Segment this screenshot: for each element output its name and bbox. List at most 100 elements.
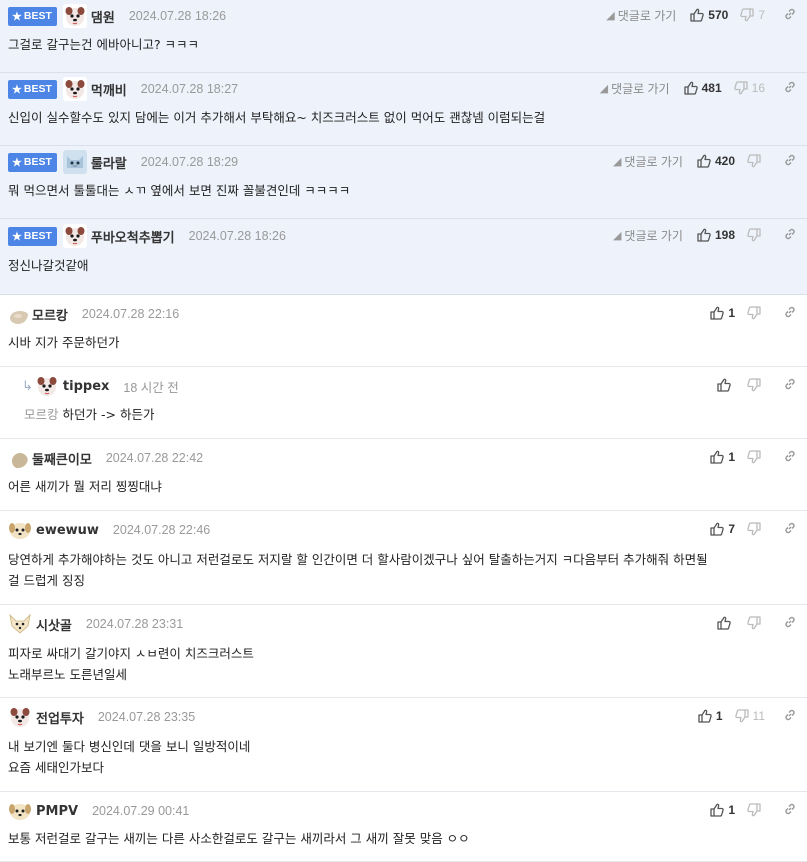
link-icon[interactable] xyxy=(775,153,797,170)
comment-header: ewewuw 2024.07.28 22:46 xyxy=(8,518,210,542)
comment-actions: 1 xyxy=(710,303,797,323)
go-to-reply-link[interactable]: ◢ 댓글로 가기 xyxy=(613,153,683,170)
avatar[interactable] xyxy=(34,374,59,398)
comment-header: ★ BEST 푸바오척추뽑기 2024.07.28 18:26 xyxy=(8,224,286,248)
upvote-count: 198 xyxy=(714,228,735,242)
comment-line: 보통 저런걸로 갈구는 새끼는 다른 사소한걸로도 갈구는 새끼라서 그 새끼 … xyxy=(8,828,798,849)
downvote-button[interactable] xyxy=(747,306,775,320)
author-name[interactable]: 전업투자 xyxy=(36,708,84,727)
avatar[interactable] xyxy=(8,799,32,823)
downvote-button[interactable] xyxy=(747,378,775,392)
upvote-button[interactable]: 198 xyxy=(697,228,747,242)
go-to-reply-label: 댓글로 가기 xyxy=(624,154,683,169)
upvote-button[interactable]: 1 xyxy=(710,803,747,817)
comment-actions: ◢ 댓글로 가기 481 16 xyxy=(600,78,797,98)
comment-header: ↳ tippex 18 시간 전 xyxy=(22,374,179,398)
best-badge: ★ BEST xyxy=(8,79,57,99)
comment-line-text: 걸 드럽게 징징 xyxy=(8,573,85,588)
comment-date: 2024.07.28 18:26 xyxy=(128,9,227,23)
avatar[interactable] xyxy=(62,4,87,28)
author-name[interactable]: 시삿골 xyxy=(36,615,72,634)
comment-date: 2024.07.28 23:35 xyxy=(97,710,196,724)
comment-line-text: 보통 저런걸로 갈구는 새끼는 다른 사소한걸로도 갈구는 새끼라서 그 새끼 … xyxy=(8,831,470,846)
comment-date: 18 시간 전 xyxy=(123,380,179,395)
author-name[interactable]: 댐원 xyxy=(91,7,115,26)
upvote-button[interactable] xyxy=(717,378,747,392)
mention[interactable]: 모르캉 xyxy=(24,407,59,422)
author-name[interactable]: 먹깨비 xyxy=(91,80,127,99)
downvote-button[interactable] xyxy=(747,803,775,817)
avatar[interactable] xyxy=(62,224,87,248)
upvote-button[interactable]: 1 xyxy=(710,306,747,320)
comment-text: 어른 새끼가 뭘 저리 찡찡대냐 xyxy=(8,476,798,497)
best-comment: ★ BEST 먹깨비 2024.07.28 18:27 ◢ 댓글로 가기 481 16 신입이 … xyxy=(0,73,807,146)
comment-text: 내 보기엔 둘다 병신인데 댓을 보니 일방적이네요즘 세태인가보다 xyxy=(8,736,798,778)
link-icon[interactable] xyxy=(775,802,797,819)
downvote-button[interactable]: 11 xyxy=(734,709,775,723)
author-name[interactable]: tippex xyxy=(63,379,109,394)
comment-date: 2024.07.28 22:42 xyxy=(105,451,204,465)
comment-text: 그걸로 갈구는건 에바아니고? ㅋㅋㅋ xyxy=(8,34,798,55)
upvote-button[interactable]: 7 xyxy=(710,522,747,536)
avatar[interactable] xyxy=(8,612,32,636)
upvote-button[interactable]: 1 xyxy=(710,450,747,464)
comment-line-text: 신입이 실수할수도 있지 담에는 이거 추가해서 부탁해요~ 치즈크러스트 없이… xyxy=(8,110,546,125)
star-icon: ★ xyxy=(12,156,22,169)
author-name[interactable]: 룰라랄 xyxy=(91,153,127,172)
go-to-reply-link[interactable]: ◢ 댓글로 가기 xyxy=(600,80,670,97)
link-icon[interactable] xyxy=(775,7,797,24)
upvote-button[interactable]: 1 xyxy=(698,709,735,723)
upvote-button[interactable]: 570 xyxy=(690,8,740,22)
downvote-button[interactable]: 7 xyxy=(740,8,775,22)
comment-date: 2024.07.28 22:16 xyxy=(81,307,180,321)
link-icon[interactable] xyxy=(775,449,797,466)
comment-line-text: 내 보기엔 둘다 병신인데 댓을 보니 일방적이네 xyxy=(8,739,251,754)
comment-actions: 1 xyxy=(710,447,797,467)
comment-line-text: 정신나갈것같애 xyxy=(8,258,89,273)
upvote-button[interactable]: 420 xyxy=(697,154,747,168)
comment-header: 전업투자 2024.07.28 23:35 xyxy=(8,705,196,729)
link-icon[interactable] xyxy=(775,305,797,322)
comment-text: 시바 지가 주문하던가 xyxy=(8,332,798,353)
downvote-button[interactable] xyxy=(747,522,775,536)
avatar[interactable] xyxy=(8,448,28,468)
downvote-button[interactable] xyxy=(747,616,775,630)
avatar[interactable] xyxy=(8,705,32,729)
avatar[interactable] xyxy=(62,150,87,174)
upvote-button[interactable]: 481 xyxy=(683,81,734,95)
link-icon[interactable] xyxy=(775,80,797,97)
link-icon[interactable] xyxy=(775,377,797,394)
avatar[interactable] xyxy=(62,77,87,101)
comment-line: 요즘 세태인가보다 xyxy=(8,757,798,778)
comment: PMPV 2024.07.29 00:41 1 보통 저런걸로 갈구는 새끼는 다른 … xyxy=(0,792,807,862)
avatar[interactable] xyxy=(8,518,32,542)
go-to-reply-link[interactable]: ◢ 댓글로 가기 xyxy=(606,7,676,24)
downvote-count: 7 xyxy=(758,8,765,22)
avatar[interactable] xyxy=(8,304,28,324)
comment-line: 시바 지가 주문하던가 xyxy=(8,332,798,353)
comment-line: 당연하게 추가해야하는 것도 아니고 저런걸로도 저지랄 할 인간이면 더 할사… xyxy=(8,549,798,570)
best-comment: ★ BEST 룰라랄 2024.07.28 18:29 ◢ 댓글로 가기 420 뭐 먹으면서… xyxy=(0,146,807,219)
go-to-reply-link[interactable]: ◢ 댓글로 가기 xyxy=(613,227,683,244)
downvote-button[interactable] xyxy=(747,154,775,168)
link-icon[interactable] xyxy=(775,708,797,725)
upvote-button[interactable] xyxy=(717,616,747,630)
comment-actions xyxy=(717,375,797,395)
upvote-count: 1 xyxy=(715,709,723,723)
author-name[interactable]: ewewuw xyxy=(36,523,99,538)
author-name[interactable]: 푸바오척추뽑기 xyxy=(91,227,175,246)
author-name[interactable]: PMPV xyxy=(36,804,78,819)
downvote-button[interactable]: 16 xyxy=(733,81,775,95)
downvote-button[interactable] xyxy=(747,450,775,464)
author-name[interactable]: 모르캉 xyxy=(32,305,68,324)
comment-line-text: 당연하게 추가해야하는 것도 아니고 저런걸로도 저지랄 할 인간이면 더 할사… xyxy=(8,552,708,567)
arrow-icon: ◢ xyxy=(599,82,609,95)
author-name[interactable]: 둘째큰이모 xyxy=(32,449,92,468)
comment-header: PMPV 2024.07.29 00:41 xyxy=(8,799,189,823)
comment: 시삿골 2024.07.28 23:31 피자로 싸대기 갈기야지 ㅅㅂ련이 치즈크… xyxy=(0,605,807,698)
downvote-count: 16 xyxy=(751,81,765,95)
link-icon[interactable] xyxy=(775,521,797,538)
link-icon[interactable] xyxy=(775,615,797,632)
link-icon[interactable] xyxy=(775,227,797,244)
downvote-button[interactable] xyxy=(747,228,775,242)
